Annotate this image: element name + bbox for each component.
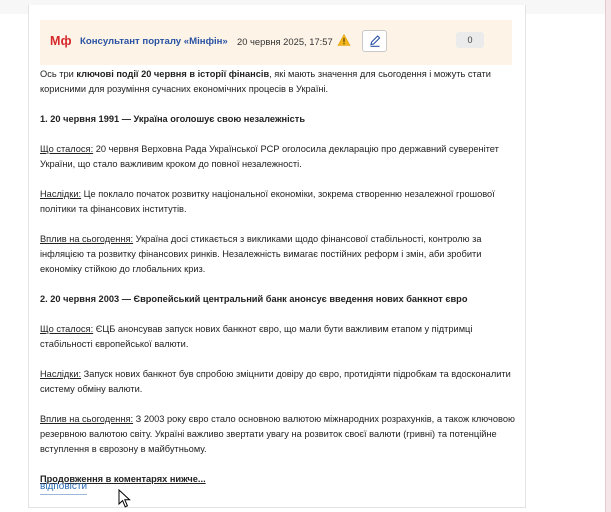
intro-text: Ось три (40, 69, 77, 79)
comment-body: Ось три ключові події 20 червня в історі… (40, 67, 515, 487)
event1-consequences: Наслідки: Це поклало початок розвитку на… (40, 187, 515, 217)
count-badge: 0 (456, 32, 484, 48)
what-label: Що сталося: (40, 324, 94, 334)
event1-heading: 1. 20 червня 1991 — Україна оголошує сво… (40, 114, 306, 124)
edit-button[interactable] (362, 30, 387, 52)
impact-label: Вплив на сьогодення: (40, 414, 134, 424)
warning-icon[interactable] (337, 33, 351, 47)
comment-author[interactable]: Консультант порталу «Мінфін» (80, 36, 228, 47)
right-edge-strip (605, 0, 611, 512)
mouse-cursor-icon (118, 489, 131, 508)
consequences-label: Наслідки: (40, 369, 82, 379)
pencil-icon (370, 35, 381, 47)
minfin-logo[interactable]: Мф (50, 34, 72, 48)
reply-link[interactable]: відповісти (40, 481, 88, 495)
consequences-text: Запуск нових банкнот був спробою зміцнит… (40, 369, 511, 394)
comment-card: Мф Консультант порталу «Мінфін» 20 червн… (28, 5, 526, 508)
more-paragraph: Продовження в коментарях нижче... (40, 472, 515, 487)
what-label: Що сталося: (40, 144, 94, 154)
event1-what: Що сталося: 20 червня Верховна Рада Укра… (40, 142, 515, 172)
what-text: 20 червня Верховна Рада Української РСР … (40, 144, 499, 169)
comment-date: 20 червня 2025, 17:57 (237, 36, 333, 47)
event2-impact: Вплив на сьогодення: З 2003 року євро ст… (40, 412, 515, 457)
consequences-label: Наслідки: (40, 189, 82, 199)
intro-bold-text: ключові події 20 червня в історії фінанс… (76, 69, 270, 79)
event2-consequences: Наслідки: Запуск нових банкнот був спроб… (40, 367, 515, 397)
event1-impact: Вплив на сьогодення: Україна досі стикає… (40, 232, 515, 277)
comment-header: Мф Консультант порталу «Мінфін» 20 червн… (40, 20, 512, 65)
consequences-text: Це поклало початок розвитку національної… (40, 189, 495, 214)
intro-paragraph: Ось три ключові події 20 червня в історі… (40, 67, 515, 97)
event2-heading: 2. 20 червня 2003 — Європейський централ… (40, 294, 468, 304)
event2-what: Що сталося: ЄЦБ анонсував запуск нових б… (40, 322, 515, 352)
impact-label: Вплив на сьогодення: (40, 234, 134, 244)
what-text: ЄЦБ анонсував запуск нових банкнот євро,… (40, 324, 473, 349)
